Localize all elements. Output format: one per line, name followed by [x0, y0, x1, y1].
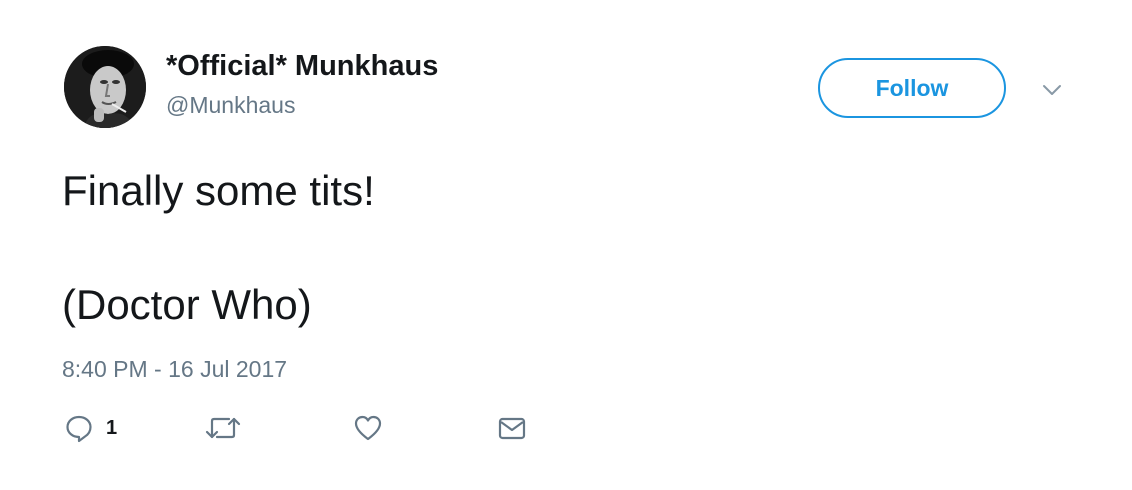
tweet-text-line: Finally some tits! [62, 167, 375, 214]
retweet-button[interactable] [203, 412, 243, 444]
reply-count: 1 [106, 416, 118, 439]
direct-message-button[interactable] [497, 412, 527, 444]
follow-button[interactable]: Follow [818, 58, 1006, 118]
envelope-icon [498, 417, 526, 440]
tweet-text-line: (Doctor Who) [62, 281, 312, 328]
avatar-photo-icon [64, 46, 146, 128]
author-handle[interactable]: @Munkhaus [166, 92, 295, 119]
reply-button[interactable]: 1 [64, 412, 117, 444]
author-display-name[interactable]: *Official* Munkhaus [166, 50, 438, 83]
retweet-icon [205, 417, 241, 439]
reply-icon [66, 415, 92, 443]
like-button[interactable] [353, 412, 383, 444]
heart-icon [354, 415, 382, 441]
tweet-timestamp[interactable]: 8:40 PM - 16 Jul 2017 [62, 356, 287, 383]
tweet-card: *Official* Munkhaus @Munkhaus Follow Fin… [0, 0, 1132, 490]
chevron-down-icon[interactable] [1040, 78, 1064, 102]
avatar[interactable] [64, 46, 146, 128]
